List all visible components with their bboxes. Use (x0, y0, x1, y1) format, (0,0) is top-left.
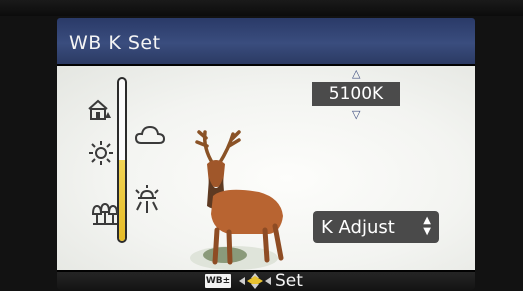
kelvin-value: 5100K (312, 82, 400, 106)
k-adjust-label: K Adjust (321, 216, 395, 238)
page-title: WB K Set (69, 32, 161, 54)
sun-icon (89, 141, 113, 165)
down-arrow-icon[interactable]: ▽ (352, 108, 360, 121)
set-label: Set (275, 271, 303, 290)
k-adjust-button[interactable]: K Adjust ▲ ▼ (313, 211, 439, 243)
flash-icon (135, 185, 159, 213)
house-shade-icon (88, 99, 111, 120)
title-bar: WB K Set (57, 18, 475, 64)
reindeer-figurine (190, 130, 284, 270)
multi-direction-pad-icon (239, 273, 271, 289)
bottom-bar: WB± Set (57, 271, 475, 290)
camera-bezel (0, 0, 523, 16)
up-arrow-icon[interactable]: △ (352, 67, 360, 80)
live-preview: △ 5100K ▽ K Adjust ▲ ▼ (57, 66, 475, 270)
kelvin-slider-fill (119, 160, 125, 241)
up-down-arrows-icon: ▲ ▼ (423, 215, 431, 237)
camera-screen: WB K Set △ 5100K ▽ K Adjust ▲ ▼ WB± Set (57, 18, 475, 290)
incandescent-icon (91, 202, 119, 225)
cloud-icon (134, 125, 166, 144)
wb-adjust-icon: WB± (205, 274, 231, 288)
